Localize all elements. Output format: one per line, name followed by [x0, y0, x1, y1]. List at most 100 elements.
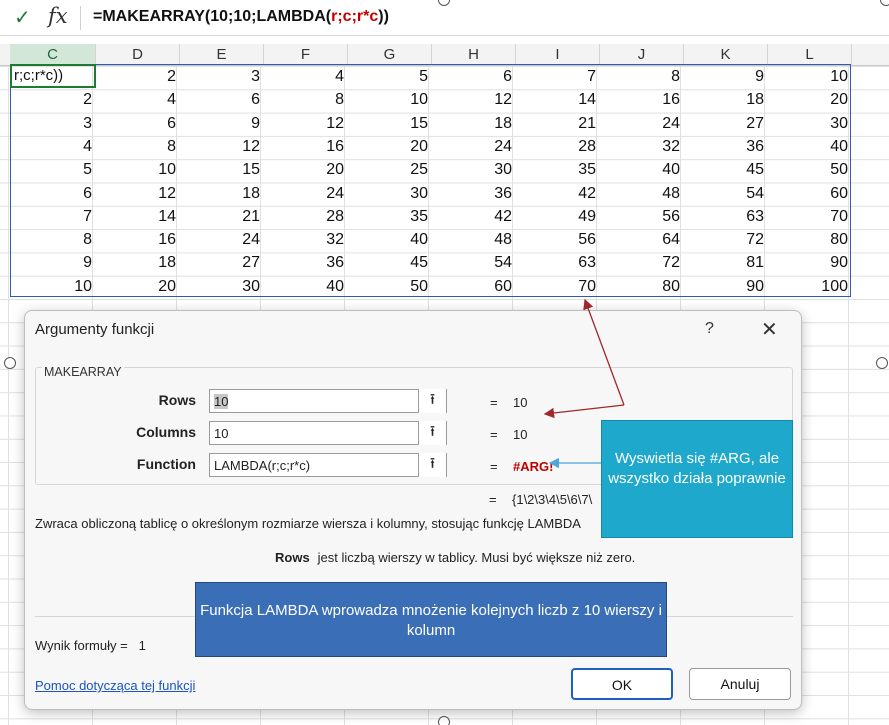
cell[interactable]: 18	[181, 182, 265, 205]
checkmark-icon[interactable]: ✓	[14, 5, 31, 29]
cell[interactable]: 40	[265, 275, 349, 298]
fx-icon[interactable]: fx	[48, 4, 68, 28]
formula-input[interactable]: =MAKEARRAY(10;10;LAMBDA(r;c;r*c))	[93, 8, 389, 26]
rows-input[interactable]: 10 ⭱	[209, 389, 447, 413]
cell[interactable]: 32	[601, 135, 685, 158]
cell[interactable]: 40	[769, 135, 853, 158]
ok-button[interactable]: OK	[571, 668, 673, 700]
cell[interactable]: 21	[181, 205, 265, 228]
help-icon[interactable]: ?	[705, 320, 714, 338]
cell[interactable]: 30	[769, 112, 853, 135]
cell[interactable]: 63	[685, 205, 769, 228]
cell[interactable]: 30	[349, 182, 433, 205]
cell[interactable]: 14	[517, 88, 601, 111]
resize-handle[interactable]	[4, 357, 16, 369]
cell[interactable]: 35	[349, 205, 433, 228]
cell[interactable]: 70	[517, 275, 601, 298]
cell[interactable]: 24	[433, 135, 517, 158]
column-header-e[interactable]: E	[180, 44, 264, 66]
cell[interactable]: 16	[97, 228, 181, 251]
cell[interactable]: 40	[601, 158, 685, 181]
cell[interactable]: 72	[685, 228, 769, 251]
cell[interactable]: 8	[11, 228, 97, 251]
cell[interactable]: 81	[685, 251, 769, 274]
cell[interactable]: 24	[265, 182, 349, 205]
cell[interactable]: 24	[181, 228, 265, 251]
cell[interactable]: 42	[433, 205, 517, 228]
cell[interactable]: 10	[769, 65, 853, 88]
cell[interactable]: 90	[685, 275, 769, 298]
cell[interactable]: 90	[769, 251, 853, 274]
cell[interactable]: 12	[433, 88, 517, 111]
cell[interactable]: 6	[433, 65, 517, 88]
close-icon[interactable]: ✕	[761, 317, 778, 341]
cell[interactable]: 18	[685, 88, 769, 111]
cell[interactable]: 30	[433, 158, 517, 181]
resize-handle[interactable]	[876, 357, 888, 369]
cell[interactable]: 7	[11, 205, 97, 228]
cell[interactable]: 9	[685, 65, 769, 88]
cell[interactable]: 35	[517, 158, 601, 181]
cell[interactable]: 56	[517, 228, 601, 251]
help-link[interactable]: Pomoc dotycząca tej funkcji	[35, 678, 195, 693]
cell[interactable]: 72	[601, 251, 685, 274]
columns-input[interactable]: 10 ⭱	[209, 421, 447, 445]
cell[interactable]: 80	[769, 228, 853, 251]
cell[interactable]: 20	[97, 275, 181, 298]
column-header-j[interactable]: J	[600, 44, 684, 66]
column-header-l[interactable]: L	[768, 44, 852, 66]
cell[interactable]: 20	[769, 88, 853, 111]
cell[interactable]: 48	[433, 228, 517, 251]
cell[interactable]: 50	[349, 275, 433, 298]
cell[interactable]: 70	[769, 205, 853, 228]
cell[interactable]: 2	[97, 65, 181, 88]
column-header-i[interactable]: I	[516, 44, 600, 66]
cell[interactable]: 20	[265, 158, 349, 181]
cell[interactable]: 6	[181, 88, 265, 111]
cell[interactable]: 9	[181, 112, 265, 135]
column-header-f[interactable]: F	[264, 44, 348, 66]
cell[interactable]: 36	[433, 182, 517, 205]
cell[interactable]: 4	[11, 135, 97, 158]
cell[interactable]: 12	[97, 182, 181, 205]
cell[interactable]: 6	[11, 182, 97, 205]
cell[interactable]: 54	[433, 251, 517, 274]
cell[interactable]: 27	[685, 112, 769, 135]
column-header-k[interactable]: K	[684, 44, 768, 66]
cell[interactable]: 100	[769, 275, 853, 298]
column-header-c[interactable]: C	[10, 44, 96, 66]
column-header-g[interactable]: G	[348, 44, 432, 66]
cell[interactable]: 4	[97, 88, 181, 111]
cell[interactable]: 15	[181, 158, 265, 181]
cell[interactable]: 50	[769, 158, 853, 181]
column-header-d[interactable]: D	[96, 44, 180, 66]
cancel-button[interactable]: Anuluj	[689, 668, 791, 700]
cell[interactable]: 12	[265, 112, 349, 135]
cell[interactable]: 64	[601, 228, 685, 251]
resize-handle[interactable]	[438, 716, 450, 725]
cell[interactable]: 24	[601, 112, 685, 135]
collapse-dialog-icon[interactable]: ⭱	[418, 389, 446, 413]
cell[interactable]: 20	[349, 135, 433, 158]
cell[interactable]: 16	[601, 88, 685, 111]
cell[interactable]: 42	[517, 182, 601, 205]
function-input[interactable]: LAMBDA(r;c;r*c) ⭱	[209, 453, 447, 477]
collapse-dialog-icon[interactable]: ⭱	[418, 453, 446, 477]
cell[interactable]: 3	[11, 112, 97, 135]
cell[interactable]: 25	[349, 158, 433, 181]
cell[interactable]: 7	[517, 65, 601, 88]
cell[interactable]: 27	[181, 251, 265, 274]
collapse-dialog-icon[interactable]: ⭱	[418, 421, 446, 445]
cell[interactable]: 12	[181, 135, 265, 158]
cell[interactable]: 9	[11, 251, 97, 274]
cell[interactable]: 30	[181, 275, 265, 298]
cell[interactable]: 6	[97, 112, 181, 135]
column-header-h[interactable]: H	[432, 44, 516, 66]
cell[interactable]: 10	[11, 275, 97, 298]
cell[interactable]: 28	[517, 135, 601, 158]
cell[interactable]: 8	[97, 135, 181, 158]
cell[interactable]: 80	[601, 275, 685, 298]
active-cell[interactable]: r;c;r*c))	[10, 64, 96, 88]
cell[interactable]: 8	[265, 88, 349, 111]
cell[interactable]: 49	[517, 205, 601, 228]
